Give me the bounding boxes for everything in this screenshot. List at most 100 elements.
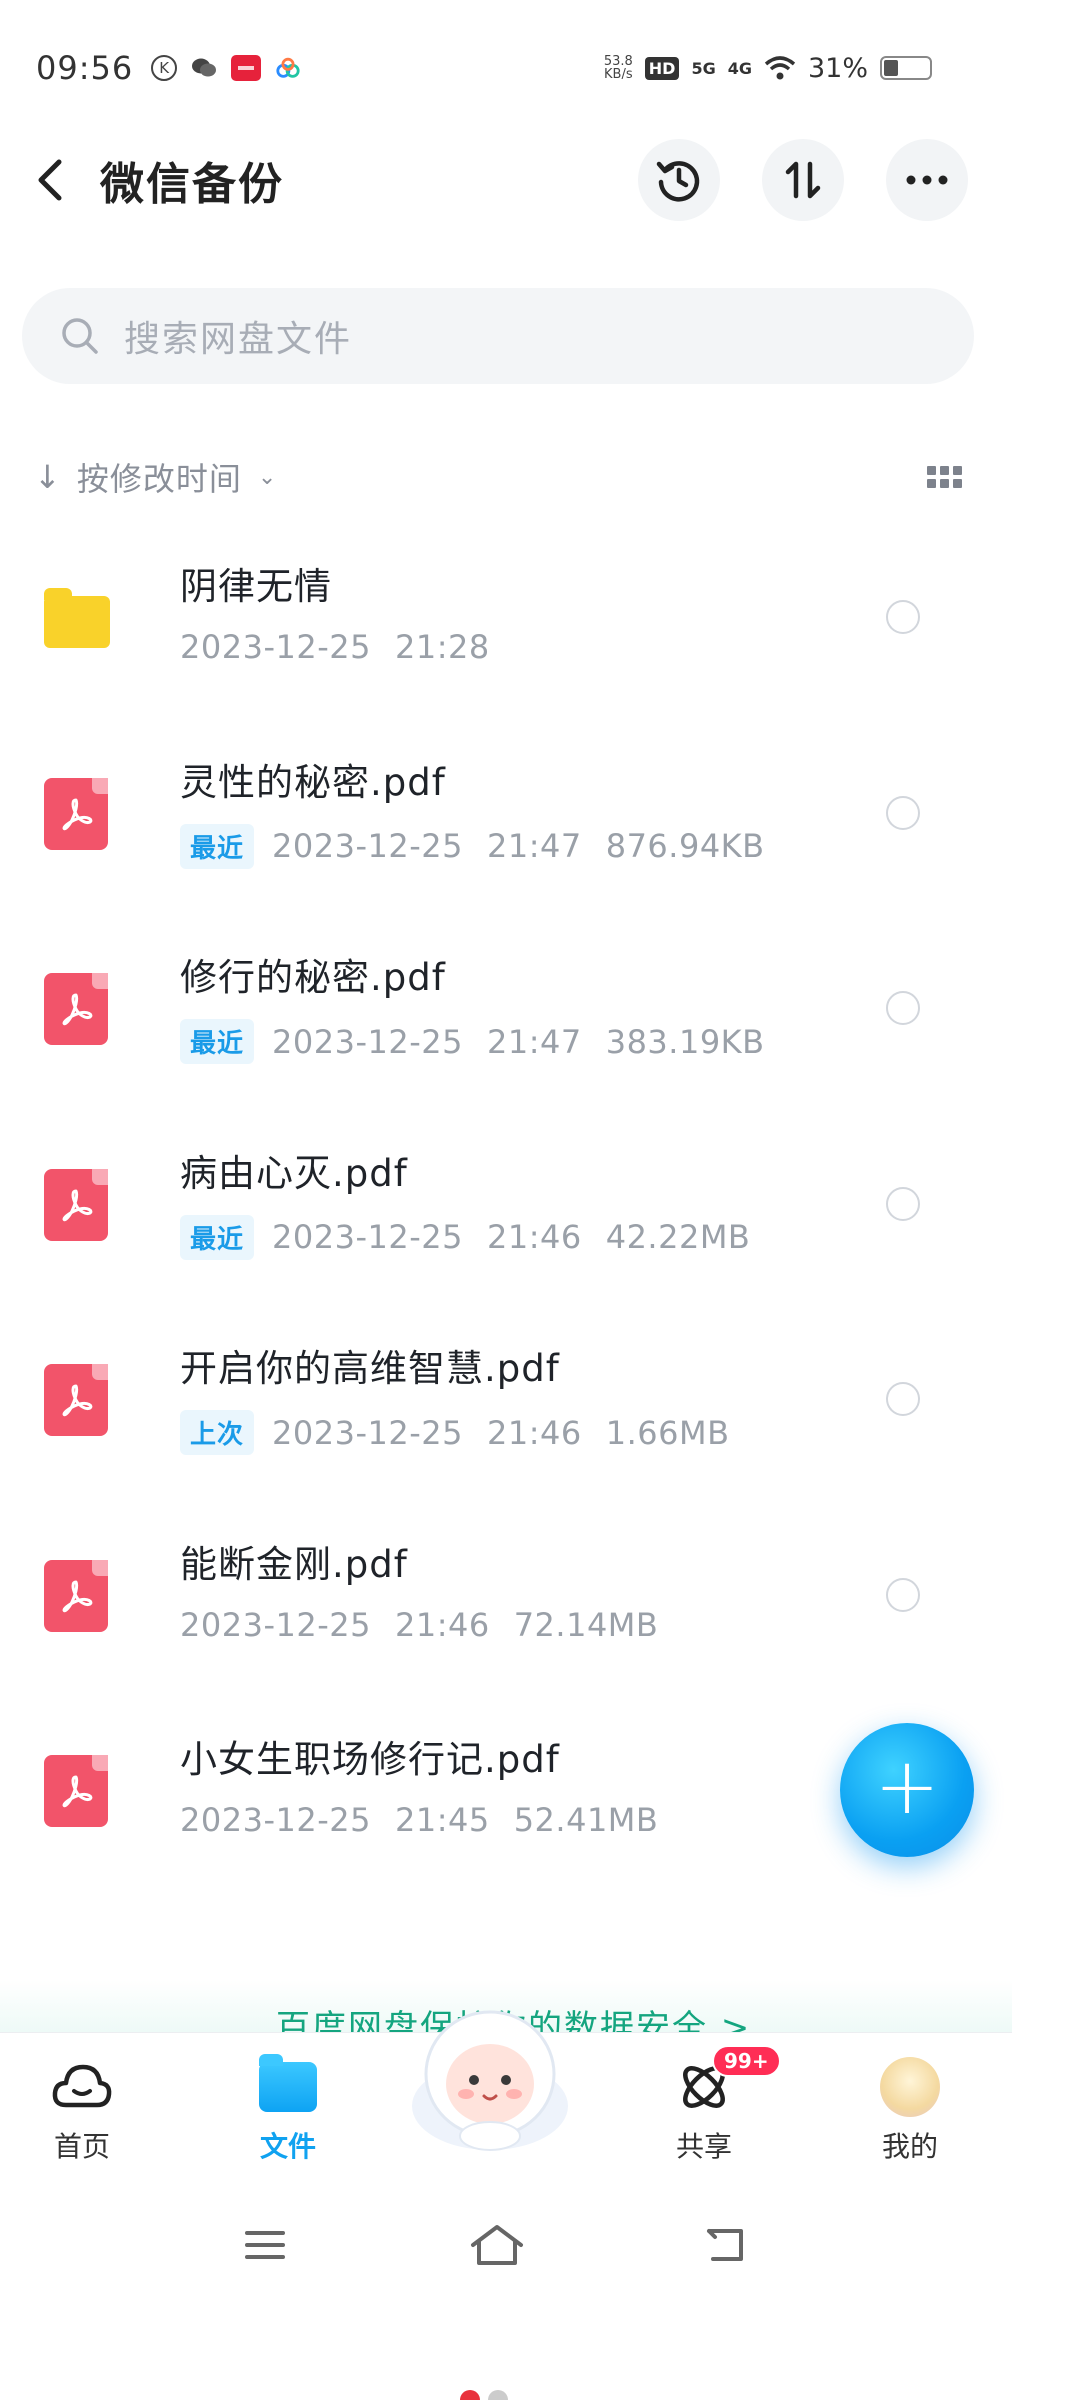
add-button[interactable]: + (840, 1723, 974, 1857)
nav-files[interactable]: 文件 (228, 2051, 348, 2165)
file-name: 病由心灭.pdf (180, 1151, 408, 1195)
hd-icon: HD (644, 56, 680, 80)
file-date: 2023-12-25 (180, 628, 371, 666)
signal-5g-icon: 5G (691, 58, 716, 78)
file-time: 21:47 (486, 1022, 582, 1061)
search-placeholder: 搜索网盘文件 (124, 319, 353, 360)
system-home-button[interactable] (462, 2210, 532, 2280)
recent-badge: 最近 (180, 1214, 255, 1260)
system-menu-button[interactable] (230, 2210, 300, 2280)
baidu-netdisk-icon (275, 55, 301, 81)
signal-4g-icon: 4G (727, 58, 752, 78)
history-icon (656, 161, 700, 202)
header-actions (638, 139, 968, 221)
folder-icon (44, 582, 110, 652)
pdf-file-icon (44, 1168, 110, 1241)
file-time: 21:45 (394, 1801, 490, 1839)
file-time: 21:47 (486, 827, 582, 865)
file-text: 小女生职场修行记.pdf 2023-12-25 21:45 52.41MB (180, 1729, 658, 1839)
plus-icon: + (874, 1742, 940, 1832)
sort-arrows-icon (785, 161, 821, 199)
file-size: 1.66MB (605, 1413, 730, 1452)
grid-view-toggle-icon[interactable] (927, 466, 962, 488)
more-button[interactable] (886, 139, 968, 221)
file-text: 灵性的秘密.pdf 最近 2023-12-25 21:47 876.94KB (180, 752, 765, 869)
nav-mine[interactable]: 我的 (850, 2051, 970, 2165)
file-row[interactable]: 开启你的高维智慧.pdf 上次 2023-12-25 21:46 1.66MB (0, 1302, 1012, 1498)
file-row[interactable]: 病由心灭.pdf 最近 2023-12-25 21:46 42.22MB (0, 1107, 1012, 1303)
nav-share[interactable]: 99+ 共享 (644, 2045, 781, 2165)
file-text: 能断金刚.pdf 2023-12-25 21:46 72.14MB (180, 1534, 658, 1644)
pdf-icon (62, 1580, 93, 1612)
battery-icon (880, 56, 932, 80)
recent-badge: 上次 (180, 1410, 255, 1455)
file-size: 52.41MB (513, 1801, 659, 1839)
history-button[interactable] (638, 139, 720, 221)
select-checkbox[interactable] (886, 600, 920, 634)
avatar (880, 2057, 940, 2117)
recent-badge: 最近 (180, 1019, 255, 1064)
pdf-icon (62, 1189, 93, 1221)
screen: 09:56 K 53.8 KB/s HD 5G 4G 31% 微信备份 搜索网盘… (0, 0, 1012, 2400)
sort-selector[interactable]: 按修改时间 (77, 454, 242, 500)
file-time: 21:46 (394, 1605, 490, 1644)
header-bar: 微信备份 (0, 130, 1012, 230)
nav-home[interactable]: 首页 (22, 2051, 142, 2165)
file-time: 21:28 (394, 628, 490, 666)
page-title: 微信备份 (100, 159, 284, 210)
file-date: 2023-12-25 (180, 1801, 371, 1839)
nav-mine-label: 我的 (881, 2130, 938, 2163)
file-name: 开启你的高维智慧.pdf (180, 1347, 560, 1390)
status-notification-icons: K (151, 55, 301, 81)
file-list: 阴律无情 2023-12-25 21:28 灵性的秘密.pdf 最近 2023-12-25… (0, 520, 1012, 1889)
system-nav-bar (0, 2200, 1012, 2290)
system-back-button[interactable] (690, 2210, 760, 2280)
file-time: 21:46 (486, 1218, 582, 1256)
file-meta: 最近 2023-12-25 21:46 42.22MB (180, 1214, 751, 1260)
file-name: 灵性的秘密.pdf (180, 760, 446, 804)
pdf-file-icon (44, 777, 110, 850)
battery-percent: 31% (807, 52, 868, 84)
file-size: 876.94KB (605, 827, 765, 865)
file-date: 2023-12-25 (272, 1218, 463, 1256)
sort-down-arrow-icon: ↓ (34, 458, 61, 496)
file-size: 383.19KB (605, 1022, 765, 1061)
file-text: 开启你的高维智慧.pdf 上次 2023-12-25 21:46 1.66MB (180, 1338, 730, 1455)
back-button[interactable] (20, 150, 80, 210)
search-bar[interactable]: 搜索网盘文件 (22, 288, 974, 384)
k-app-icon: K (151, 55, 178, 81)
sort-order-button[interactable] (762, 139, 844, 221)
file-size: 72.14MB (513, 1605, 659, 1644)
select-checkbox[interactable] (886, 991, 920, 1025)
file-row[interactable]: 修行的秘密.pdf 最近 2023-12-25 21:47 383.19KB (0, 911, 1012, 1107)
cloud-icon (52, 2064, 112, 2108)
mascot-assistant-button[interactable] (400, 1996, 580, 2156)
file-row[interactable]: 能断金刚.pdf 2023-12-25 21:46 72.14MB (0, 1498, 1012, 1694)
pdf-icon (62, 798, 93, 830)
home-icon (471, 2225, 523, 2265)
right-margin (1012, 0, 1080, 2400)
file-time: 21:46 (486, 1413, 582, 1452)
sort-bar: ↓ 按修改时间 ⌄ (34, 445, 962, 509)
file-meta: 最近 2023-12-25 21:47 383.19KB (180, 1019, 765, 1064)
file-date: 2023-12-25 (272, 827, 463, 865)
file-row[interactable]: 阴律无情 2023-12-25 21:28 (0, 520, 1012, 716)
chevron-down-icon[interactable]: ⌄ (258, 465, 276, 490)
network-speed-unit: KB/s (604, 67, 633, 82)
more-dots-icon (906, 175, 948, 185)
file-meta: 上次 2023-12-25 21:46 1.66MB (180, 1410, 730, 1455)
file-meta: 2023-12-25 21:46 72.14MB (180, 1606, 658, 1644)
pdf-file-icon (44, 973, 110, 1045)
select-checkbox[interactable] (886, 1382, 920, 1416)
nav-home-label: 首页 (53, 2130, 110, 2163)
select-checkbox[interactable] (886, 1577, 920, 1612)
select-checkbox[interactable] (886, 1186, 920, 1221)
file-text: 修行的秘密.pdf 最近 2023-12-25 21:47 383.19KB (180, 947, 765, 1064)
file-name: 小女生职场修行记.pdf (180, 1738, 560, 1781)
file-text: 阴律无情 2023-12-25 21:28 (180, 556, 490, 666)
select-checkbox[interactable] (886, 795, 920, 830)
file-size: 42.22MB (605, 1218, 751, 1256)
mascot-icon (412, 2010, 568, 2151)
file-row[interactable]: 灵性的秘密.pdf 最近 2023-12-25 21:47 876.94KB (0, 716, 1012, 912)
status-right-icons: 53.8 KB/s HD 5G 4G 31% (604, 53, 932, 84)
